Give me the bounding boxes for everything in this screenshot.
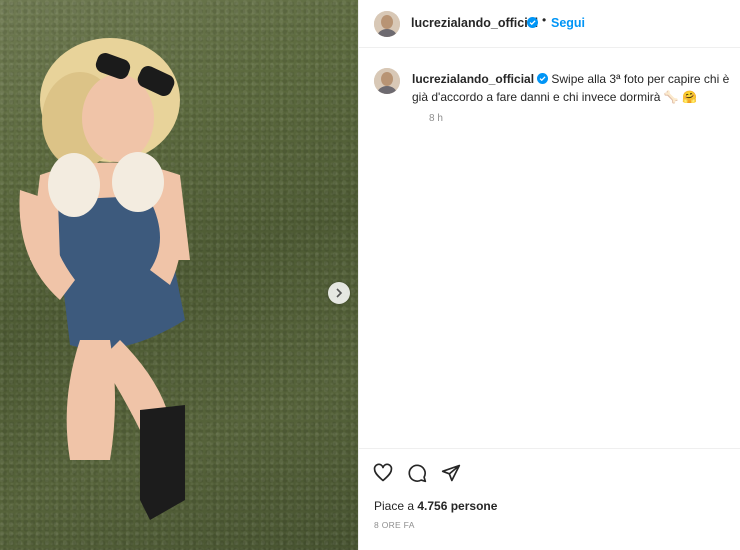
heart-icon [373, 463, 393, 482]
post-timestamp: 8 ORE FA [374, 520, 415, 530]
verified-badge-icon [527, 17, 538, 28]
next-photo-button[interactable] [328, 282, 350, 304]
post-photo-figure [19, 38, 190, 520]
share-button[interactable] [441, 463, 461, 483]
likes-count[interactable]: Piace a 4.756 persone [374, 499, 497, 513]
author-username[interactable]: lucrezialando_official [411, 16, 538, 30]
action-icons-row [373, 463, 461, 483]
post-image[interactable] [0, 0, 358, 550]
caption-author-avatar[interactable] [374, 68, 400, 94]
caption-username[interactable]: lucrezialando_official [412, 72, 534, 86]
likes-prefix: Piace a [374, 499, 418, 513]
author-avatar[interactable] [374, 11, 400, 37]
verified-badge-icon [537, 73, 549, 84]
like-button[interactable] [373, 463, 393, 483]
post-actions: Piace a 4.756 persone 8 ORE FA [359, 448, 740, 550]
comment-icon [408, 464, 427, 483]
follow-button[interactable]: Segui [551, 16, 585, 30]
caption-text-block: lucrezialando_official Swipe alla 3ª fot… [412, 70, 732, 106]
header-separator: • [542, 13, 547, 27]
share-icon [441, 464, 461, 482]
comment-button[interactable] [407, 463, 427, 483]
post-side-panel: lucrezialando_official • Segui lucrezial… [358, 0, 740, 550]
caption-timestamp: 8 h [429, 113, 443, 124]
likes-number[interactable]: 4.756 persone [417, 499, 497, 513]
post-header: lucrezialando_official • Segui [359, 0, 740, 48]
chevron-right-icon [336, 288, 343, 298]
